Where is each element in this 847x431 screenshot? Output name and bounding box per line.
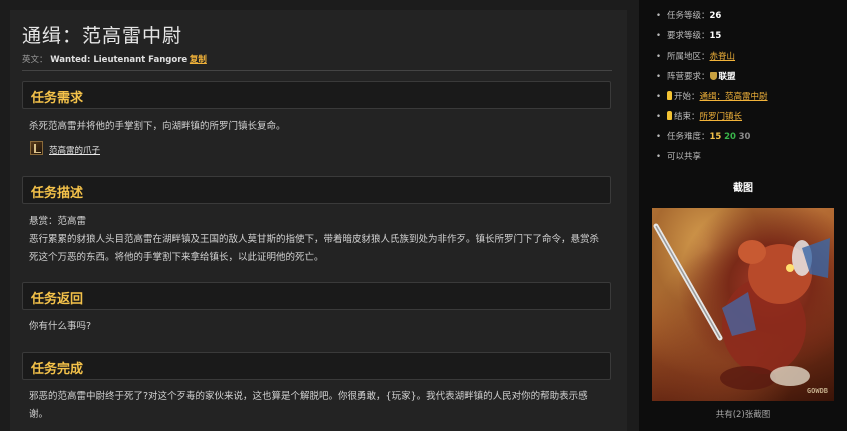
quest-end-link[interactable]: 所罗门镇长: [700, 112, 743, 122]
section-header-return: 任务返回: [22, 282, 611, 310]
bullet-icon: •: [656, 11, 662, 21]
section-title-complete: 任务完成: [31, 362, 84, 377]
section-header-description: 任务描述: [22, 176, 611, 204]
watermark: GOWDB: [806, 387, 828, 395]
end-label: 结束：: [674, 112, 700, 122]
section-title-description: 任务描述: [31, 186, 84, 201]
difficulty-green: 20: [724, 132, 736, 142]
quest-start-link[interactable]: 通缉：范高雷中尉: [700, 92, 768, 102]
bullet-icon: •: [656, 92, 662, 102]
return-text: 你有什么事吗?: [29, 321, 92, 332]
alliance-shield-icon: [709, 72, 717, 80]
bullet-icon: •: [656, 31, 662, 41]
description-body: 恶行累累的豺狼人头目范高雷在湖畔镇及王国的敌人莫甘斯的指使下，带着暗皮豺狼人氏族…: [29, 234, 600, 263]
quest-screenshot[interactable]: GOWDB: [652, 208, 834, 401]
copy-link[interactable]: 复制: [190, 55, 207, 65]
shareable-text: 可以共享: [667, 152, 702, 162]
quest-question-icon: [667, 111, 672, 120]
claw-item-icon[interactable]: [30, 141, 43, 155]
section-title-return: 任务返回: [31, 292, 84, 307]
faction-label: 阵营要求：: [667, 72, 710, 82]
quest-info-sidebar: • 任务等级：26 • 要求等级：15 • 所属地区：赤脊山 • 阵营要求： 联盟…: [639, 0, 847, 431]
screenshot-art: [653, 223, 830, 390]
difficulty-label: 任务难度：: [667, 132, 710, 142]
quest-level-label: 任务等级：: [667, 11, 710, 21]
screenshot-count[interactable]: 共有(2)张截图: [639, 408, 847, 420]
bullet-icon: •: [656, 152, 662, 162]
bullet-icon: •: [656, 52, 662, 62]
description-text: 悬赏：范高雷 恶行累累的豺狼人头目范高雷在湖畔镇及王国的敌人莫甘斯的指使下，带着…: [29, 213, 604, 267]
difficulty-grey: 30: [738, 132, 751, 142]
section-title-requirement: 任务需求: [31, 91, 84, 106]
english-name-line: 英文： Wanted: Lieutenant Fangore 复制: [22, 53, 207, 65]
section-header-complete: 任务完成: [22, 352, 611, 380]
zone-link[interactable]: 赤脊山: [710, 52, 736, 62]
bullet-icon: •: [656, 132, 662, 142]
quest-level-value: 26: [709, 11, 722, 21]
complete-text: 邪恶的范高雷中尉终于死了?对这个歹毒的家伙来说，这也算是个解脱吧。你很勇敢，{玩…: [29, 391, 588, 420]
zone-label: 所属地区：: [667, 52, 710, 62]
quest-exclamation-icon: [667, 91, 672, 100]
english-name: Wanted: Lieutenant Fangore: [50, 55, 188, 65]
required-level-label: 要求等级：: [667, 31, 710, 41]
screenshot-heading: 截图: [733, 183, 753, 194]
item-link[interactable]: 范高雷的爪子: [49, 144, 100, 156]
start-label: 开始：: [674, 92, 700, 102]
required-level-value: 15: [709, 31, 722, 41]
bullet-icon: •: [656, 112, 662, 122]
page-title: 通缉：范高雷中尉: [22, 25, 183, 47]
english-prefix: 英文：: [22, 55, 48, 65]
section-header-requirement: 任务需求: [22, 81, 611, 109]
quest-main-panel: 通缉：范高雷中尉 英文： Wanted: Lieutenant Fangore …: [10, 10, 627, 431]
title-divider: [22, 70, 612, 71]
requirement-text: 杀死范高雷并将他的手掌割下，向湖畔镇的所罗门镇长复命。: [29, 121, 286, 132]
difficulty-yellow: 15: [709, 132, 722, 142]
faction-value: 联盟: [718, 72, 736, 82]
description-bounty-line: 悬赏：范高雷: [29, 216, 87, 227]
bullet-icon: •: [656, 72, 662, 82]
